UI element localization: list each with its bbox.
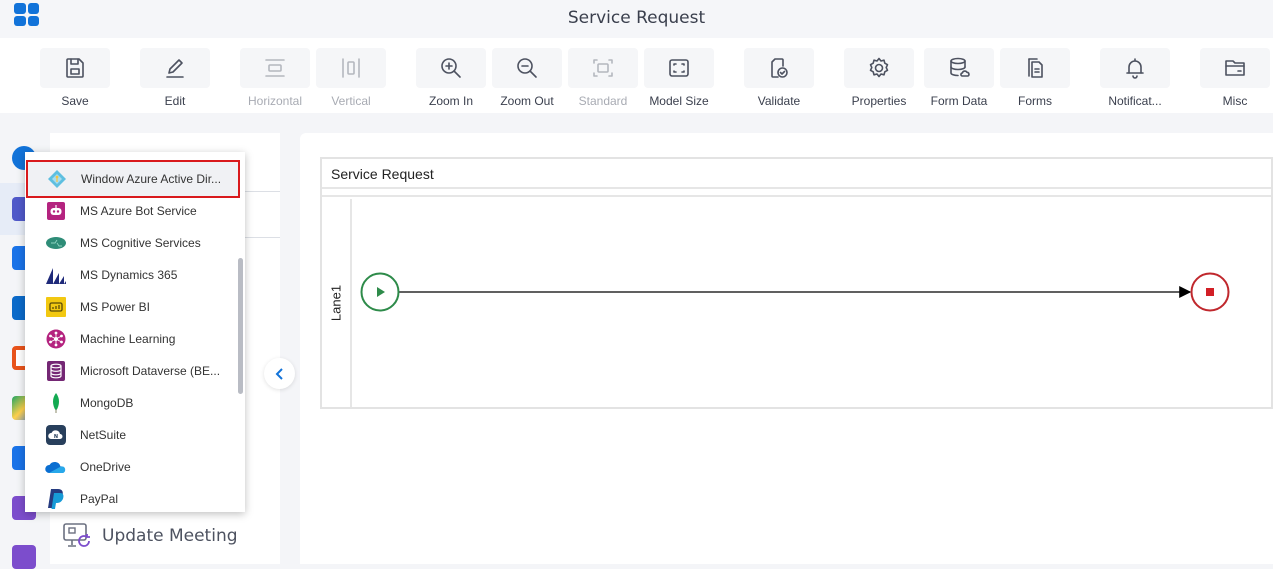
dropdown-item-power-bi[interactable]: MS Power BI [25,291,237,323]
stop-icon [1206,288,1214,296]
dropdown-item-label: Microsoft Dataverse (BE... [80,364,221,378]
process-canvas[interactable]: Service Request Lane1 [300,133,1273,564]
vertical-label: Vertical [331,94,371,108]
save-label: Save [61,94,89,108]
lane-header[interactable]: Lane1 [322,199,352,407]
power-bi-icon [45,296,67,318]
form-data-button[interactable]: Form Data [924,48,994,110]
zoom-in-button[interactable]: Zoom In [416,48,486,110]
end-event[interactable] [1190,272,1230,312]
collapse-panel-button[interactable] [264,358,295,389]
validate-label: Validate [757,94,801,108]
zoom-out-button[interactable]: Zoom Out [492,48,562,110]
standard-button[interactable]: Standard [568,48,638,110]
pool-title: Service Request [322,159,1271,189]
horizontal-label: Horizontal [247,94,303,108]
chevron-left-icon [275,367,283,380]
bell-icon [1126,58,1144,79]
validate-icon [771,58,788,78]
dropdown-item-label: NetSuite [80,428,127,442]
dropdown-item-label: MS Power BI [80,300,151,314]
update-meeting-icon [63,523,90,547]
flow-diagram [360,272,1230,312]
forms-button[interactable]: Forms [1000,48,1070,110]
dropdown-item-label: Window Azure Active Dir... [81,172,222,186]
netsuite-icon: N [45,424,67,446]
edit-button[interactable]: Edit [140,48,210,110]
page-title: Service Request [567,8,706,28]
dynamics-365-icon [45,264,67,286]
update-meeting-item[interactable]: Update Meeting [62,521,238,551]
azure-ad-icon [46,168,68,190]
dropdown-item-dynamics-365[interactable]: MS Dynamics 365 [25,259,237,291]
azure-bot-icon [45,200,67,222]
zoom-in-icon [441,58,461,78]
notifications-button[interactable]: Notificat... [1100,48,1170,110]
lane-body[interactable] [352,199,1271,407]
dropdown-item-label: Machine Learning [80,332,176,346]
dropdown-item-label: MS Cognitive Services [80,236,201,250]
folder-icon [1225,60,1245,76]
dropdown-item-azure-bot[interactable]: MS Azure Bot Service [25,195,237,227]
zoom-out-icon [517,58,537,78]
mongodb-icon [45,392,67,414]
paypal-icon [45,488,67,510]
edit-label: Edit [164,94,186,108]
dropdown-item-paypal[interactable]: PayPal [25,483,237,512]
form-data-label: Form Data [930,94,988,108]
horizontal-button[interactable]: Horizontal [240,48,310,110]
horizontal-icon [265,59,285,77]
model-size-label: Model Size [649,94,709,108]
dropdown-item-label: MS Azure Bot Service [80,204,197,218]
notifications-label: Notificat... [1108,94,1162,108]
misc-label: Misc [1222,94,1248,108]
pool[interactable]: Service Request Lane1 [320,157,1273,409]
menu-icon[interactable] [12,545,36,569]
connector-dropdown[interactable]: Window Azure Active Dir... MS Azure Bot … [25,152,245,512]
validate-button[interactable]: Validate [744,48,814,110]
standard-icon [593,59,613,77]
forms-icon [1028,58,1043,78]
dataverse-icon [45,360,67,382]
dropdown-item-machine-learning[interactable]: Machine Learning [25,323,237,355]
cognitive-services-icon [45,232,67,254]
svg-text:N: N [54,434,58,440]
onedrive-icon [45,456,67,478]
zoom-in-label: Zoom In [428,94,473,108]
zoom-out-label: Zoom Out [500,94,554,108]
dropdown-item-cognitive-services[interactable]: MS Cognitive Services [25,227,237,259]
model-size-button[interactable]: Model Size [644,48,714,110]
dropdown-item-dataverse[interactable]: Microsoft Dataverse (BE... [25,355,237,387]
dropdown-item-azure-ad[interactable]: Window Azure Active Dir... [26,160,240,198]
misc-button[interactable]: Misc [1200,48,1270,110]
dropdown-item-onedrive[interactable]: OneDrive [25,451,237,483]
properties-label: Properties [851,94,907,108]
model-size-icon [669,59,689,77]
machine-learning-icon [45,328,67,350]
top-bar: Service Request [0,0,1273,38]
save-icon [66,58,84,78]
gear-icon [869,57,889,78]
edit-icon [166,59,184,78]
dropdown-item-label: PayPal [80,492,119,506]
lane-label: Lane1 [328,284,344,322]
properties-button[interactable]: Properties [844,48,914,110]
dropdown-item-label: MongoDB [80,396,134,410]
start-event[interactable] [360,272,400,312]
database-icon [950,57,970,77]
pool-separator [322,189,1271,197]
vertical-icon [342,58,360,78]
standard-label: Standard [578,94,628,108]
dropdown-item-netsuite[interactable]: N NetSuite [25,419,237,451]
dropdown-item-label: MS Dynamics 365 [80,268,178,282]
save-button[interactable]: Save [40,48,110,110]
update-meeting-label: Update Meeting [102,526,238,546]
dropdown-item-label: OneDrive [80,460,131,474]
vertical-button[interactable]: Vertical [316,48,386,110]
dropdown-item-mongodb[interactable]: MongoDB [25,387,237,419]
toolbar: Save Edit Horizontal Vertical Zoom In Zo… [0,38,1273,113]
dropdown-scrollbar[interactable] [238,258,243,394]
forms-label: Forms [1018,94,1052,108]
